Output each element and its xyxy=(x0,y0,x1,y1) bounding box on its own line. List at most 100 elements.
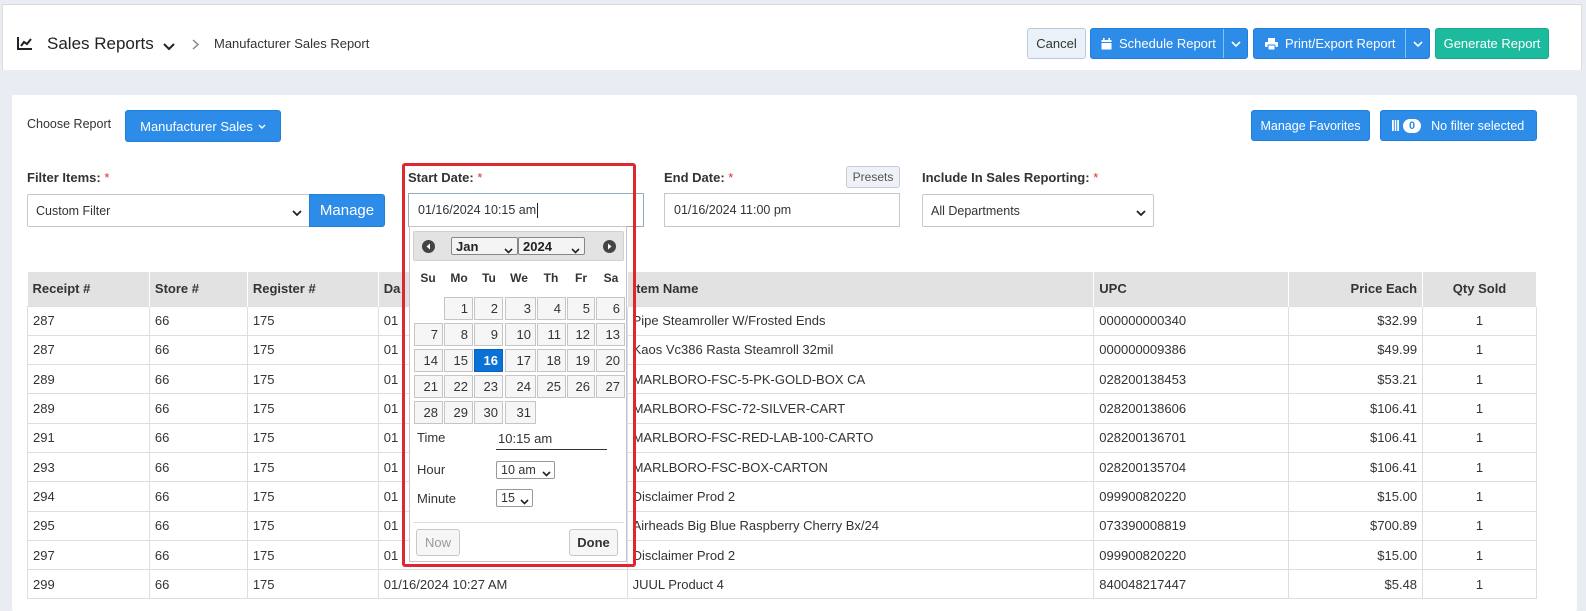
table-row[interactable]: 287 66 175 01 Kaos Vc386 Rasta Steamroll 32m… xyxy=(27,334,1537,366)
calendar-day[interactable]: 25 xyxy=(537,375,566,398)
receipt-cell: 293 xyxy=(27,451,150,483)
item-name-cell: MARLBORO-FSC-RED-LAB-100-CARTO xyxy=(626,422,1095,453)
column-header-register[interactable]: Register # xyxy=(247,272,379,306)
table-row[interactable]: 287 66 175 01 Pipe Steamroller W/Frosted End… xyxy=(27,305,1537,336)
manage-favorites-label: Manage Favorites xyxy=(1260,118,1361,133)
calendar-day[interactable]: 11 xyxy=(537,323,566,346)
column-header-qty[interactable]: Qty Sold xyxy=(1422,272,1537,306)
month-select[interactable]: Jan xyxy=(451,237,518,255)
include-sales-select[interactable]: All Departments xyxy=(922,194,1154,227)
table-row[interactable]: 294 66 175 01 Disclaimer Prod 2 099900820220 $… xyxy=(27,481,1537,512)
hour-value: 10 am xyxy=(501,463,536,477)
filter-items-label-text: Filter Items: xyxy=(27,170,101,185)
calendar-day[interactable]: 9 xyxy=(474,323,503,346)
column-header-receipt[interactable]: Receipt # xyxy=(27,272,150,306)
calendar-day[interactable]: 24 xyxy=(505,375,536,398)
qty-cell: 1 xyxy=(1422,422,1537,453)
calendar-day[interactable]: 27 xyxy=(596,375,625,398)
cancel-label: Cancel xyxy=(1036,36,1077,51)
filter-status-button[interactable]: 0 No filter selected xyxy=(1380,110,1537,141)
item-name-cell: Disclaimer Prod 2 xyxy=(626,481,1095,512)
filter-count-badge: 0 xyxy=(1403,118,1422,133)
year-select[interactable]: 2024 xyxy=(518,237,585,255)
circle-left-icon[interactable] xyxy=(422,240,435,253)
calendar-day[interactable]: 6 xyxy=(596,297,625,320)
calendar-day[interactable]: 30 xyxy=(474,401,503,424)
calendar-day[interactable]: 10 xyxy=(505,323,536,346)
price-cell: $5.48 xyxy=(1288,569,1424,600)
calendar-day[interactable]: 4 xyxy=(537,297,566,320)
chevron-down-icon[interactable] xyxy=(163,39,175,54)
upc-cell: 000000009386 xyxy=(1093,334,1290,366)
chevron-down-icon xyxy=(571,242,580,257)
hour-select[interactable]: 10 am xyxy=(496,461,555,479)
calendar-day[interactable]: 13 xyxy=(596,323,625,346)
price-cell: $106.41 xyxy=(1288,422,1424,453)
column-header-item-name[interactable]: Item Name xyxy=(627,272,1095,306)
calendar-day[interactable]: 12 xyxy=(567,323,595,346)
now-button[interactable]: Now xyxy=(416,529,460,556)
calendar-day[interactable]: 19 xyxy=(567,349,595,372)
manage-filter-button[interactable]: Manage xyxy=(309,194,385,227)
calendar-day[interactable]: 1 xyxy=(444,297,473,320)
calendar-day[interactable]: 18 xyxy=(537,349,566,372)
register-cell: 175 xyxy=(246,393,379,424)
include-sales-label-text: Include In Sales Reporting: xyxy=(922,170,1090,185)
calendar-day[interactable]: 14 xyxy=(414,349,443,372)
circle-right-icon[interactable] xyxy=(603,240,616,253)
item-name-cell: Disclaimer Prod 2 xyxy=(626,539,1095,571)
calendar-day[interactable]: 17 xyxy=(505,349,536,372)
print-export-button[interactable]: Print/Export Report xyxy=(1253,28,1430,59)
weekday-header: Fr xyxy=(575,271,587,285)
calendar-day[interactable]: 28 xyxy=(414,401,443,424)
print-dropdown-toggle[interactable] xyxy=(1405,29,1429,58)
weekday-header: Mo xyxy=(450,271,468,285)
manage-favorites-button[interactable]: Manage Favorites xyxy=(1251,110,1370,141)
table-row[interactable]: 289 66 175 01 MARLBORO-FSC-72-SILVER-CART 028… xyxy=(27,393,1537,424)
calendar-day-selected[interactable]: 16 xyxy=(474,349,503,372)
calendar-day[interactable]: 20 xyxy=(596,349,625,372)
sales-table: Receipt # Store # Register # Da Item Nam… xyxy=(27,272,1537,600)
calendar-day[interactable]: 29 xyxy=(444,401,473,424)
calendar-day[interactable]: 15 xyxy=(444,349,473,372)
qty-cell: 1 xyxy=(1422,569,1537,600)
generate-report-button[interactable]: Generate Report xyxy=(1435,28,1549,59)
column-header-price[interactable]: Price Each xyxy=(1288,272,1424,306)
done-button[interactable]: Done xyxy=(569,529,618,556)
calendar-day[interactable]: 7 xyxy=(414,323,443,346)
table-row[interactable]: 295 66 175 01 Airheads Big Blue Raspberry Ch… xyxy=(27,510,1537,541)
register-cell: 175 xyxy=(246,569,379,600)
calendar-day[interactable]: 26 xyxy=(567,375,595,398)
schedule-dropdown-toggle[interactable] xyxy=(1223,29,1247,58)
month-value: Jan xyxy=(456,238,479,254)
store-cell: 66 xyxy=(148,334,248,366)
choose-report-dropdown[interactable]: Manufacturer Sales xyxy=(125,110,281,142)
calendar-day[interactable]: 8 xyxy=(444,323,473,346)
calendar-day[interactable]: 23 xyxy=(474,375,503,398)
table-row[interactable]: 293 66 175 01 MARLBORO-FSC-BOX-CARTON 0282001… xyxy=(27,451,1537,483)
minute-select[interactable]: 15 xyxy=(496,489,533,507)
calendar-day[interactable]: 3 xyxy=(505,297,536,320)
table-row[interactable]: 291 66 175 01 MARLBORO-FSC-RED-LAB-100-CARTO… xyxy=(27,422,1537,453)
section-title[interactable]: Sales Reports xyxy=(47,34,154,54)
cancel-button[interactable]: Cancel xyxy=(1027,28,1086,59)
presets-button[interactable]: Presets xyxy=(846,166,900,188)
date-cell: 01/16/2024 10:27 AM xyxy=(377,569,628,600)
column-header-upc[interactable]: UPC xyxy=(1093,272,1290,306)
calendar-day[interactable]: 21 xyxy=(414,375,443,398)
table-row[interactable]: 297 66 175 01 Disclaimer Prod 2 099900820220 $… xyxy=(27,539,1537,571)
table-row[interactable]: 289 66 175 01 MARLBORO-FSC-5-PK-GOLD-BOX CA 0… xyxy=(27,364,1537,395)
end-date-input[interactable]: 01/16/2024 11:00 pm xyxy=(664,193,900,227)
store-cell: 66 xyxy=(148,305,248,336)
calendar-day[interactable]: 22 xyxy=(444,375,473,398)
calendar-day[interactable]: 2 xyxy=(474,297,503,320)
qty-cell: 1 xyxy=(1422,305,1537,336)
calendar-day[interactable]: 31 xyxy=(505,401,536,424)
schedule-report-button[interactable]: Schedule Report xyxy=(1090,28,1248,59)
filter-items-select[interactable]: Custom Filter xyxy=(27,194,310,227)
price-cell: $700.89 xyxy=(1288,510,1424,541)
table-row[interactable]: 299 66 175 01/16/2024 10:27 AM JUUL Product … xyxy=(27,569,1537,600)
calendar-day[interactable]: 5 xyxy=(567,297,595,320)
chevron-down-icon xyxy=(504,242,513,257)
column-header-store[interactable]: Store # xyxy=(149,272,248,306)
